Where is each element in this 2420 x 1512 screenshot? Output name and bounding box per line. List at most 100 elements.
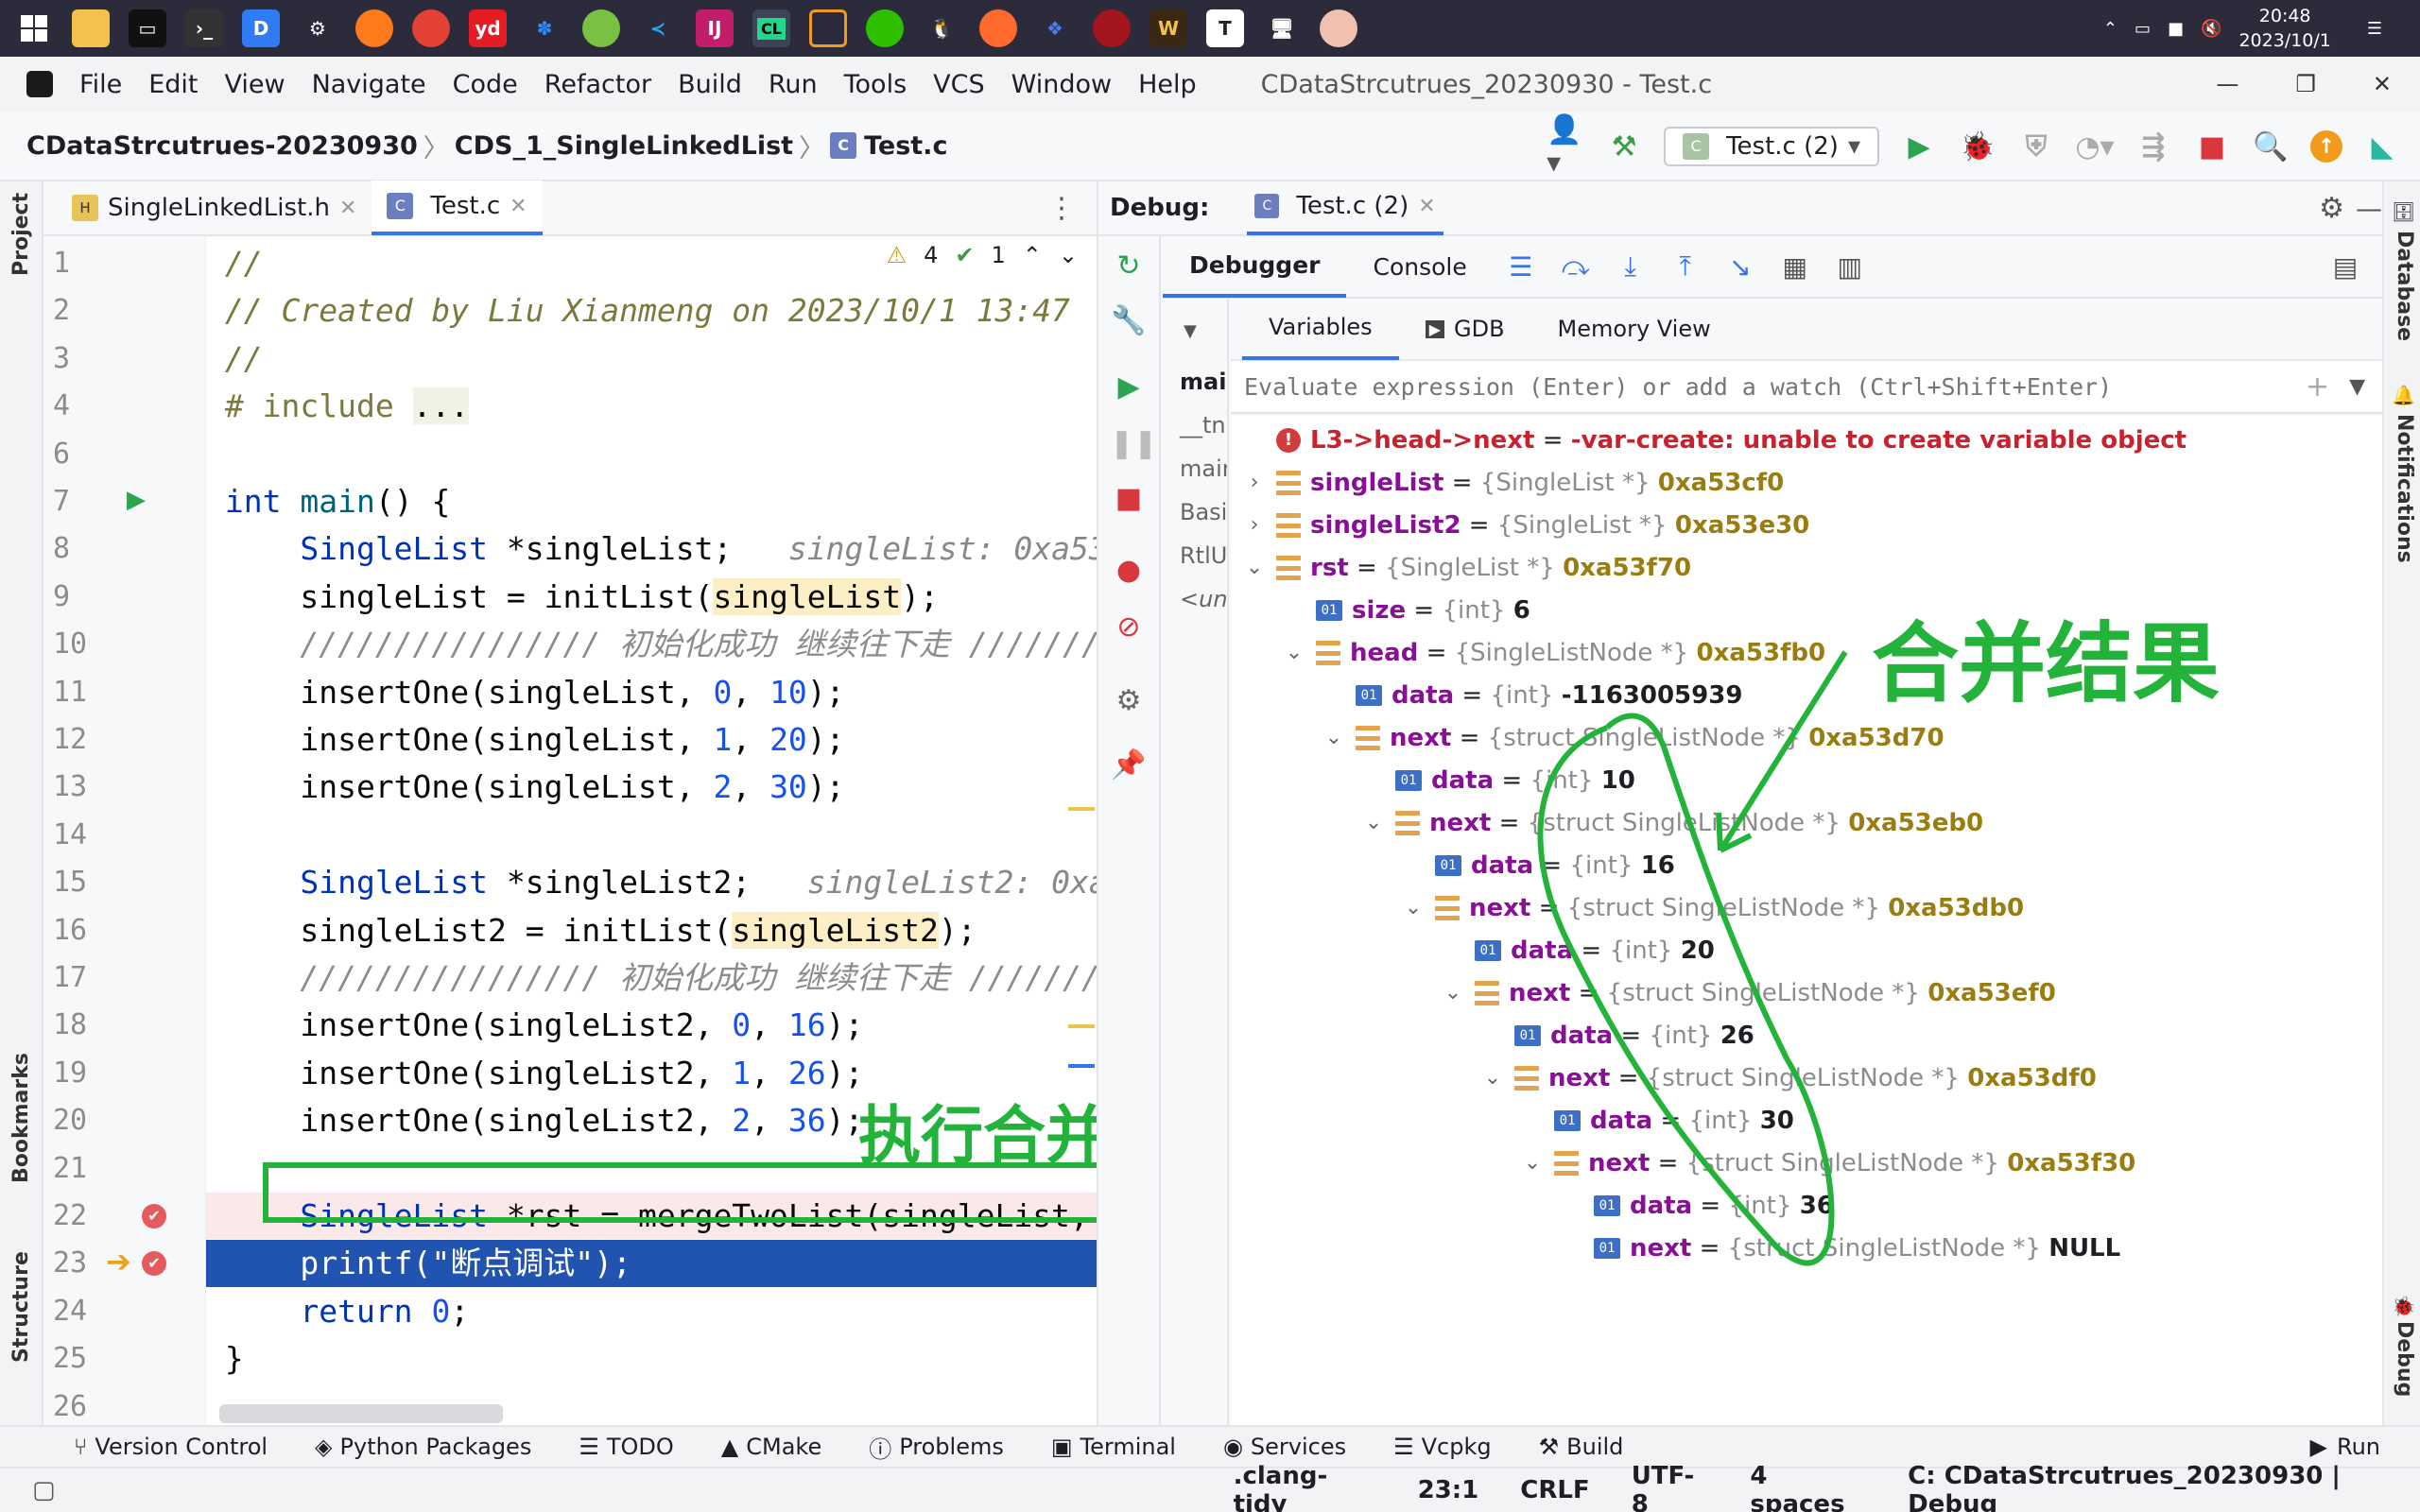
- line-number[interactable]: 9: [53, 574, 110, 620]
- menu-navigate[interactable]: Navigate: [312, 70, 426, 99]
- code-line[interactable]: //////////////// 初始化成功 继续往下走 ///////: [206, 954, 1097, 1001]
- variable-row[interactable]: › singleList = {SingleList *} 0xa53cf0: [1242, 462, 1785, 504]
- expand-chevron-icon[interactable]: ›: [1242, 462, 1267, 504]
- code-line[interactable]: SingleList *singleList2; singleList2: 0x…: [206, 859, 1097, 905]
- variable-row[interactable]: › singleList2 = {SingleList *} 0xa53e30: [1242, 505, 1810, 546]
- expand-chevron-icon[interactable]: ›: [1242, 505, 1267, 546]
- clock[interactable]: 20:48 2023/10/1: [2238, 4, 2330, 53]
- code-line[interactable]: //: [206, 335, 1097, 382]
- typora-icon[interactable]: T: [1206, 9, 1244, 47]
- variable-row[interactable]: 01 next = {struct SingleListNode *} NULL: [1560, 1228, 2120, 1269]
- resume-icon[interactable]: ▶: [1110, 369, 1148, 406]
- app-green-icon[interactable]: [582, 9, 620, 47]
- code-area[interactable]: // // Created by Liu Xianmeng on 2023/10…: [206, 236, 1097, 1425]
- menu-build[interactable]: Build: [678, 70, 742, 99]
- line-separator[interactable]: CRLF: [1520, 1476, 1589, 1504]
- color-icon[interactable]: ■: [2168, 19, 2184, 39]
- frame-item[interactable]: <un: [1180, 586, 1227, 612]
- menu-run[interactable]: Run: [769, 70, 818, 99]
- frame-item[interactable]: __tn: [1180, 412, 1226, 438]
- code-line[interactable]: //////////////// 初始化成功 继续往下走 ///////: [206, 621, 1097, 667]
- breakpoint-icon[interactable]: ✔: [142, 1204, 166, 1228]
- inspection-widget[interactable]: ⚠ 4 ✔ 1 ⌃ ⌄: [887, 242, 1078, 268]
- tab-gdb[interactable]: ▶ GDB: [1399, 298, 1531, 360]
- variable-row[interactable]: 01 data = {int} 26: [1480, 1015, 1754, 1057]
- file-encoding[interactable]: UTF-8: [1632, 1462, 1709, 1512]
- minimize-icon[interactable]: —: [2356, 193, 2382, 224]
- project-tool-button[interactable]: Project: [9, 193, 33, 276]
- code-line[interactable]: insertOne(singleList2, 0, 16);: [206, 1002, 1097, 1048]
- database-tool-button[interactable]: Database: [2393, 231, 2416, 341]
- variable-row[interactable]: 01 data = {int} -1163005939: [1322, 675, 1742, 716]
- menu-tools[interactable]: Tools: [844, 70, 908, 99]
- gear-icon[interactable]: ⚙: [1110, 682, 1148, 720]
- app-red-icon[interactable]: [1093, 9, 1131, 47]
- breadcrumb-project[interactable]: CDataStrcutrues-20230930: [26, 131, 418, 161]
- menu-edit[interactable]: Edit: [148, 70, 198, 99]
- clang-tidy-status[interactable]: .clang-tidy: [1234, 1462, 1376, 1512]
- menu-help[interactable]: Help: [1138, 70, 1197, 99]
- frame-item[interactable]: mai: [1180, 369, 1226, 395]
- expand-chevron-icon[interactable]: ⌄: [1441, 972, 1465, 1014]
- variable-row[interactable]: 01 data = {int} 10: [1361, 760, 1635, 801]
- clion-icon[interactable]: CL: [752, 9, 790, 47]
- wechat-icon[interactable]: [866, 9, 904, 47]
- run-configuration-select[interactable]: C Test.c (2) ▾: [1664, 127, 1879, 166]
- variable-row[interactable]: ⌄ next = {struct SingleListNode *} 0xa53d…: [1401, 887, 2024, 929]
- build-button[interactable]: ⚒ Build: [1539, 1434, 1624, 1460]
- line-number[interactable]: 24: [53, 1288, 110, 1334]
- line-number[interactable]: 6: [53, 431, 110, 477]
- frame-item[interactable]: RtlU: [1180, 542, 1227, 569]
- variable-row[interactable]: ⌄ next = {struct SingleListNode *} 0xa53e…: [1441, 972, 2056, 1014]
- variable-row[interactable]: ⌄ head = {SingleListNode *} 0xa53fb0: [1282, 632, 1825, 674]
- gear-icon[interactable]: ⚙: [2319, 192, 2344, 225]
- chrome-icon[interactable]: [412, 9, 450, 47]
- code-line[interactable]: insertOne(singleList, 1, 20);: [206, 716, 1097, 763]
- version-control-button[interactable]: ⑂ Version Control: [74, 1434, 268, 1460]
- add-watch-icon[interactable]: +: [2306, 370, 2329, 404]
- terminal-button[interactable]: ▣ Terminal: [1051, 1434, 1176, 1460]
- tab-test-c[interactable]: C Test.c ✕: [372, 180, 543, 235]
- user-icon[interactable]: 👤▾: [1547, 113, 1584, 180]
- cursor-position[interactable]: 23:1: [1418, 1476, 1479, 1504]
- step-out-icon[interactable]: ⤒: [1667, 248, 1704, 285]
- code-line[interactable]: return 0;: [206, 1288, 1097, 1334]
- code-line[interactable]: singleList = initList(singleList);: [206, 574, 1097, 620]
- more-vertical-icon[interactable]: ⋮: [1047, 192, 1076, 225]
- line-number[interactable]: 4: [53, 383, 110, 429]
- expand-chevron-icon[interactable]: ⌄: [1401, 887, 1426, 929]
- pause-icon[interactable]: ❚❚: [1110, 425, 1157, 463]
- search-icon[interactable]: 🔍: [2252, 128, 2290, 165]
- profile-icon[interactable]: ◔▾: [2075, 128, 2114, 165]
- line-number[interactable]: 25: [53, 1335, 110, 1382]
- intellij-icon[interactable]: IJ: [696, 9, 734, 47]
- line-number[interactable]: 11: [53, 669, 110, 715]
- line-number[interactable]: 26: [53, 1383, 110, 1430]
- line-number[interactable]: 2: [53, 287, 110, 334]
- attach-icon[interactable]: ⇶: [2135, 128, 2172, 165]
- line-number[interactable]: 12: [53, 716, 110, 763]
- indent-setting[interactable]: 4 spaces: [1750, 1462, 1866, 1512]
- code-line[interactable]: [206, 431, 1097, 477]
- line-number[interactable]: 13: [53, 764, 110, 810]
- line-number[interactable]: 19: [53, 1050, 110, 1096]
- menu-view[interactable]: View: [224, 70, 285, 99]
- app-pen-icon[interactable]: [979, 9, 1017, 47]
- project-context[interactable]: C: CDataStrcutrues_20230930 | Debug: [1908, 1462, 2420, 1512]
- line-number[interactable]: 10: [53, 621, 110, 667]
- line-number[interactable]: 21: [53, 1145, 110, 1192]
- line-number[interactable]: 16: [53, 907, 110, 954]
- line-number[interactable]: 23: [53, 1240, 110, 1286]
- variable-row[interactable]: ⌄ next = {struct SingleListNode *} 0xa53f…: [1520, 1143, 2136, 1184]
- line-number[interactable]: 17: [53, 954, 110, 1001]
- todo-button[interactable]: ☰ TODO: [579, 1434, 673, 1460]
- stop-icon[interactable]: ■: [1110, 480, 1148, 518]
- stop-icon[interactable]: ■: [2193, 128, 2231, 165]
- horizontal-scrollbar[interactable]: [219, 1404, 503, 1423]
- run-gutter-icon[interactable]: ▶: [127, 486, 146, 514]
- cmake-button[interactable]: ▲ CMake: [721, 1434, 821, 1460]
- variable-row[interactable]: 01 data = {int} 20: [1441, 930, 1715, 971]
- variable-row[interactable]: ⌄ rst = {SingleList *} 0xa53f70: [1242, 547, 1691, 589]
- code-editor[interactable]: 1 2 3 4 6 7 ▶ 8 9 10 11 12 13 14 15 16 17 18 19 20 21 22 ✔ 23 ✔ ➔…: [43, 236, 1097, 1425]
- notification-icon[interactable]: ☰: [2367, 19, 2382, 39]
